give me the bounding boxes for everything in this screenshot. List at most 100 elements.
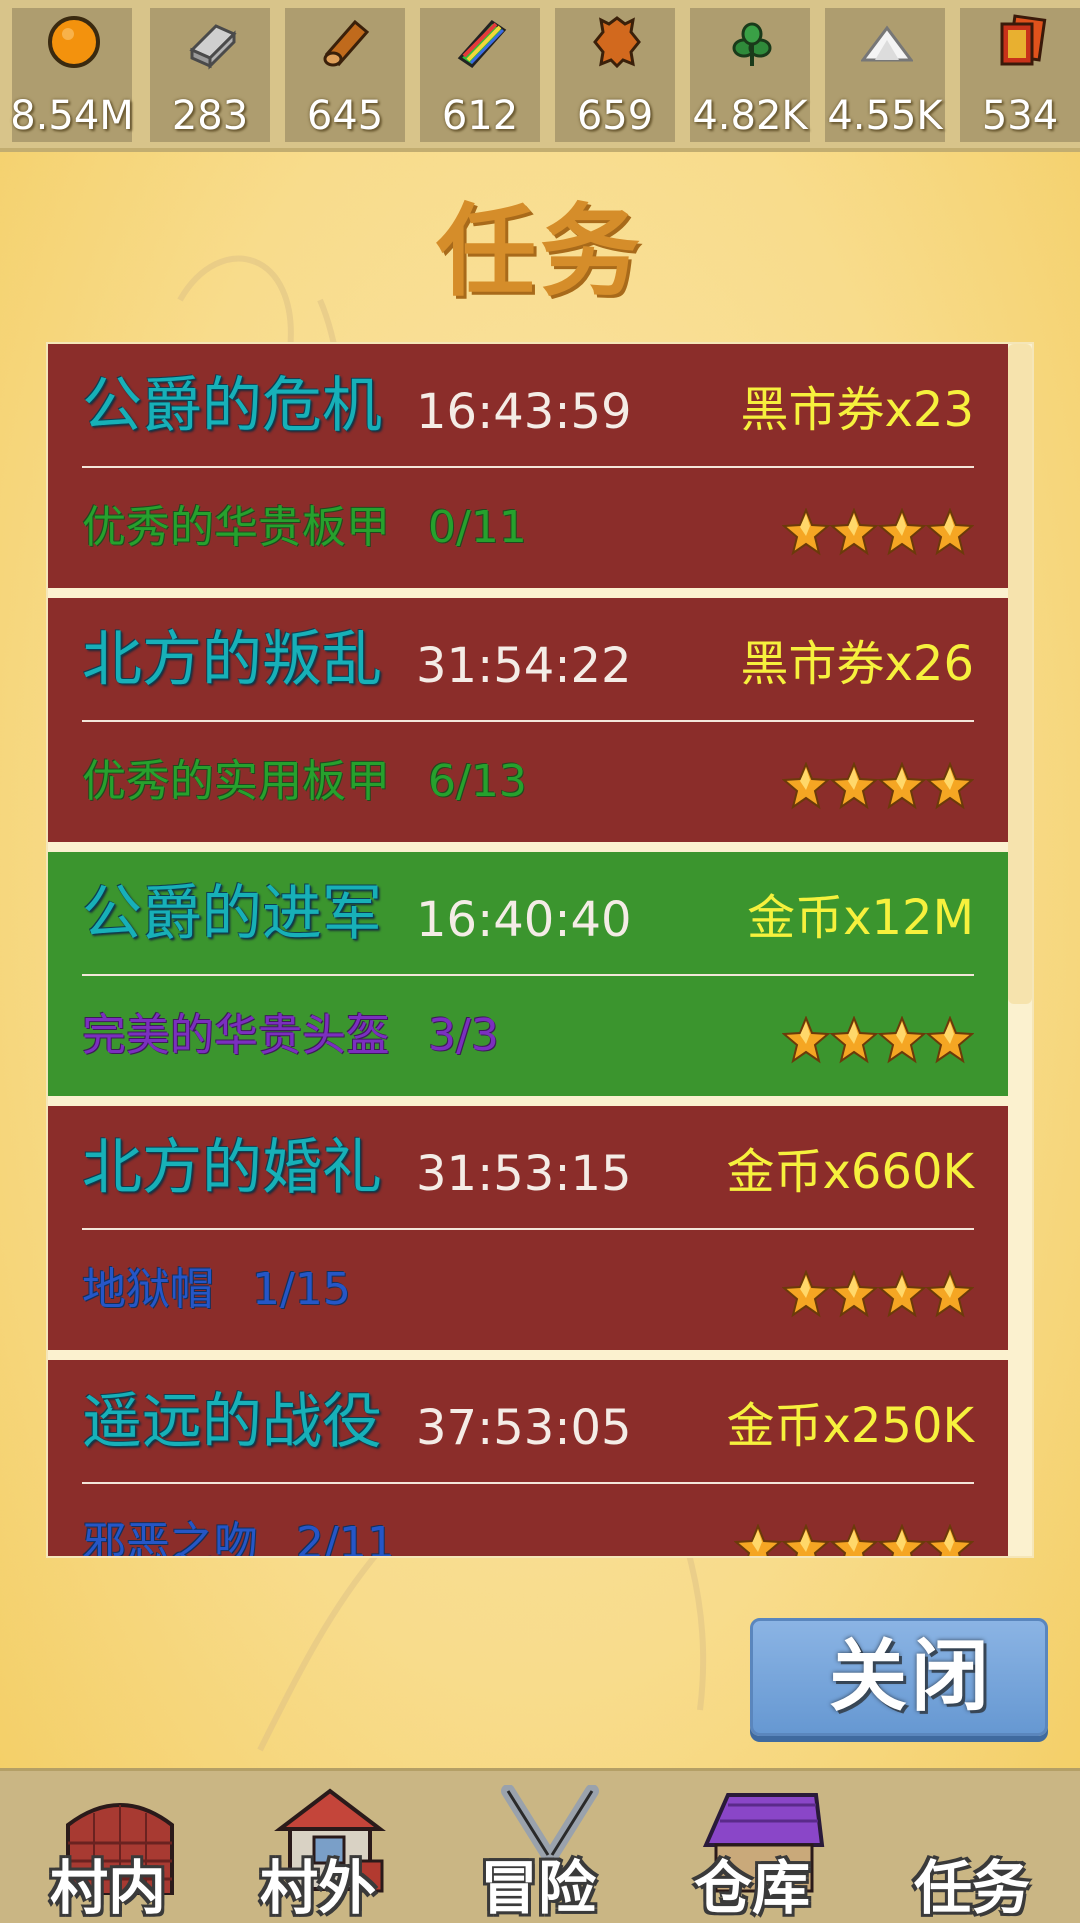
quest-requirement: 优秀的实用板甲 6/13 bbox=[82, 750, 527, 814]
star-icon bbox=[782, 1524, 830, 1556]
quest-progress: 2/11 bbox=[296, 1518, 395, 1558]
close-button-label: 关闭 bbox=[829, 1632, 994, 1722]
gold-coin-icon bbox=[48, 16, 100, 68]
star-rating bbox=[782, 1270, 974, 1318]
star-icon bbox=[782, 1016, 830, 1064]
star-icon bbox=[782, 1270, 830, 1318]
quest-progress: 1/15 bbox=[252, 1264, 351, 1315]
star-icon bbox=[926, 1270, 974, 1318]
nav-adventure[interactable]: 冒险 bbox=[448, 1771, 628, 1923]
quest-card[interactable]: 公爵的危机 16:43:59 黑市券x23 优秀的华贵板甲 0/11 bbox=[48, 344, 1008, 588]
salt-pile-icon bbox=[861, 25, 913, 62]
star-icon bbox=[878, 1524, 926, 1556]
divider bbox=[82, 720, 974, 722]
quest-timer: 16:43:59 bbox=[416, 384, 632, 440]
required-item: 优秀的实用板甲 bbox=[82, 756, 390, 807]
star-icon bbox=[878, 1270, 926, 1318]
quest-requirement: 完美的华贵头盔 3/3 bbox=[82, 1004, 499, 1068]
quest-timer: 16:40:40 bbox=[416, 892, 632, 948]
rainbow-crystal-icon bbox=[457, 20, 507, 68]
quest-name: 公爵的危机 bbox=[82, 371, 382, 441]
nav-label: 冒险 bbox=[479, 1854, 596, 1922]
wood-log-icon bbox=[323, 19, 370, 67]
close-button[interactable]: 关闭 bbox=[750, 1618, 1048, 1736]
divider bbox=[82, 1228, 974, 1230]
quest-reward: 金币x250K bbox=[726, 1398, 974, 1454]
star-icon bbox=[830, 508, 878, 556]
star-icon bbox=[734, 1524, 782, 1556]
star-rating bbox=[782, 762, 974, 810]
star-icon bbox=[926, 1016, 974, 1064]
resource-crystal: 612 bbox=[420, 8, 540, 142]
resource-value: 534 bbox=[981, 93, 1059, 139]
quest-name: 遥远的战役 bbox=[82, 1387, 382, 1457]
star-icon bbox=[926, 1524, 974, 1556]
star-icon bbox=[878, 762, 926, 810]
cards-icon bbox=[1000, 14, 1047, 66]
nav-warehouse[interactable]: 仓库 bbox=[662, 1771, 842, 1923]
divider bbox=[82, 1482, 974, 1484]
nav-label: 村外 bbox=[259, 1854, 376, 1922]
resource-value: 612 bbox=[441, 93, 519, 139]
divider bbox=[82, 466, 974, 468]
star-icon bbox=[830, 762, 878, 810]
resource-salt: 4.55K bbox=[825, 8, 945, 142]
page-title: 任务 bbox=[436, 193, 644, 310]
resource-value: 4.55K bbox=[827, 93, 943, 139]
quest-name: 北方的叛乱 bbox=[82, 625, 382, 695]
star-icon bbox=[830, 1016, 878, 1064]
resource-iron: 283 bbox=[150, 8, 270, 142]
star-rating bbox=[782, 1016, 974, 1064]
quest-progress: 6/13 bbox=[428, 756, 527, 807]
quest-reward: 金币x12M bbox=[747, 890, 974, 946]
quest-requirement: 地狱帽 1/15 bbox=[82, 1258, 351, 1322]
quest-card[interactable]: 遥远的战役 37:53:05 金币x250K 邪恶之吻 2/11 bbox=[48, 1360, 1008, 1558]
quest-name: 公爵的进军 bbox=[82, 879, 382, 949]
star-rating bbox=[734, 1524, 974, 1556]
star-icon bbox=[782, 508, 830, 556]
star-icon bbox=[782, 762, 830, 810]
resource-value: 645 bbox=[306, 93, 384, 139]
star-icon bbox=[926, 762, 974, 810]
quest-progress: 0/11 bbox=[428, 502, 527, 553]
nav-label: 村内 bbox=[49, 1854, 166, 1922]
resource-leather: 659 bbox=[555, 8, 675, 142]
star-icon bbox=[830, 1270, 878, 1318]
star-icon bbox=[926, 508, 974, 556]
quest-list-scrollbar[interactable] bbox=[1008, 344, 1032, 1004]
star-rating bbox=[782, 508, 974, 556]
resource-cards: 534 bbox=[960, 8, 1080, 142]
required-item: 地狱帽 bbox=[82, 1264, 214, 1315]
resource-value: 8.54M bbox=[10, 93, 134, 139]
quest-reward: 黑市券x26 bbox=[740, 636, 975, 692]
bottom-nav: 村内 村外 冒险 仓库 任务 bbox=[0, 1768, 1080, 1923]
quest-card[interactable]: 北方的叛乱 31:54:22 黑市券x26 优秀的实用板甲 6/13 bbox=[48, 598, 1008, 842]
required-item: 完美的华贵头盔 bbox=[82, 1010, 390, 1061]
nav-village-inner[interactable]: 村内 bbox=[18, 1771, 198, 1923]
quest-reward: 金币x660K bbox=[726, 1144, 974, 1200]
nav-label: 仓库 bbox=[693, 1854, 810, 1922]
star-icon bbox=[830, 1524, 878, 1556]
quest-progress: 3/3 bbox=[428, 1010, 499, 1061]
required-item: 邪恶之吻 bbox=[82, 1518, 258, 1558]
quest-timer: 31:53:15 bbox=[416, 1146, 632, 1202]
quest-list[interactable]: 公爵的危机 16:43:59 黑市券x23 优秀的华贵板甲 0/11 北方的叛乱 … bbox=[46, 342, 1034, 1558]
quest-reward: 黑市券x23 bbox=[740, 382, 975, 438]
resource-value: 659 bbox=[576, 93, 654, 139]
quest-card[interactable]: 北方的婚礼 31:53:15 金币x660K 地狱帽 1/15 bbox=[48, 1106, 1008, 1350]
star-icon bbox=[878, 1016, 926, 1064]
nav-village-outer[interactable]: 村外 bbox=[228, 1771, 408, 1923]
resource-herb: 4.82K bbox=[690, 8, 810, 142]
resource-value: 283 bbox=[171, 93, 249, 139]
star-icon bbox=[878, 508, 926, 556]
nav-label: 任务 bbox=[913, 1854, 1030, 1922]
herb-leaf-icon bbox=[732, 22, 772, 66]
leather-hide-icon bbox=[593, 16, 641, 69]
quest-requirement: 优秀的华贵板甲 0/11 bbox=[82, 496, 527, 560]
resource-gold: 8.54M bbox=[10, 8, 134, 142]
divider bbox=[82, 974, 974, 976]
nav-quest[interactable]: 任务 bbox=[882, 1771, 1062, 1923]
resource-value: 4.82K bbox=[692, 93, 808, 139]
quest-card-completed[interactable]: 公爵的进军 16:40:40 金币x12M 完美的华贵头盔 3/3 bbox=[48, 852, 1008, 1096]
iron-ingot-icon bbox=[189, 24, 237, 70]
